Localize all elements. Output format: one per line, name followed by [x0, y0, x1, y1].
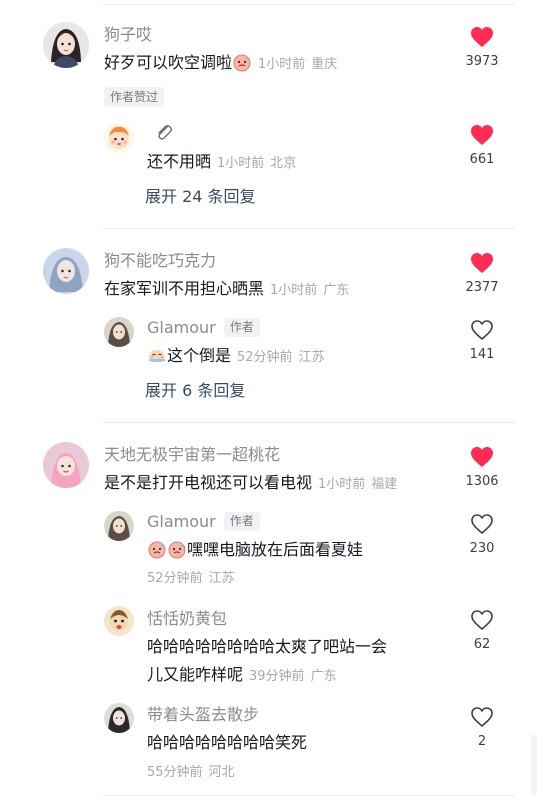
reply-time: 1小时前: [217, 156, 265, 171]
divider: [102, 422, 515, 423]
divider: [102, 795, 515, 796]
comment-username[interactable]: 天地无极宇宙第一超桃花: [104, 445, 280, 465]
like-button[interactable]: 230: [452, 513, 512, 557]
heart-outline-icon: [471, 707, 493, 727]
like-button[interactable]: 62: [452, 609, 512, 653]
avatar[interactable]: [104, 317, 134, 347]
comment-location: 广东: [323, 283, 350, 298]
like-count: 62: [473, 637, 491, 652]
reply-time: 39分钟前: [249, 669, 305, 684]
reply-username[interactable]: Glamour 作者: [147, 512, 260, 532]
avatar[interactable]: [104, 606, 134, 636]
scrollbar[interactable]: [531, 735, 537, 795]
comment-username[interactable]: 狗子哎: [104, 25, 152, 45]
reply-username[interactable]: 带着头盔去散步: [147, 705, 259, 725]
relieved-emoji-icon: [147, 345, 167, 365]
comment-location: 重庆: [311, 57, 338, 72]
expand-replies-button[interactable]: 展开 24 条回复: [145, 187, 256, 207]
like-count: 141: [469, 347, 495, 362]
sweat-face-emoji-icon: [232, 52, 252, 72]
comment-time: 1小时前: [270, 283, 318, 298]
reply-username[interactable]: 恬恬奶黄包: [147, 609, 227, 629]
like-count: 1306: [465, 474, 499, 489]
like-button[interactable]: 2377: [452, 252, 512, 296]
avatar[interactable]: [104, 511, 134, 541]
reply-body: 还不用晒: [147, 152, 212, 171]
reply-time: 55分钟前: [147, 765, 203, 780]
heart-outline-icon: [471, 610, 493, 630]
reply-location: 河北: [208, 765, 235, 780]
like-button[interactable]: 3973: [452, 26, 512, 70]
reply-text: 还不用晒 1小时前 北京: [147, 151, 296, 175]
like-button[interactable]: 661: [452, 124, 512, 168]
comment-body: 好歹可以吹空调啦: [104, 53, 233, 72]
reply-text: 嘿嘿电脑放在后面看夏娃: [147, 539, 363, 561]
heart-filled-icon: [471, 447, 493, 467]
author-liked-badge: 作者赞过: [104, 87, 165, 107]
comment-text: 好歹可以吹空调啦 1小时前 重庆: [104, 52, 337, 76]
sweat-face-emoji-icon: [147, 539, 167, 559]
comment-text: 是不是打开电视还可以看电视 1小时前 福建: [104, 472, 397, 496]
reply-text: 哈哈哈哈哈哈哈哈笑死: [147, 733, 308, 752]
like-count: 661: [469, 152, 495, 167]
avatar[interactable]: [43, 248, 89, 294]
reply-username[interactable]: Glamour 作者: [147, 318, 260, 338]
reply-username-text: Glamour: [147, 512, 216, 531]
reply-text-line1: 哈哈哈哈哈哈哈哈太爽了吧站一会: [147, 637, 388, 656]
like-count: 230: [469, 541, 495, 556]
comment-location: 福建: [371, 477, 398, 492]
comment-time: 1小时前: [318, 477, 366, 492]
author-tag: 作者: [223, 512, 260, 531]
reply-body: 这个倒是: [167, 346, 232, 365]
comment-time: 1小时前: [258, 57, 306, 72]
like-count: 2: [477, 734, 487, 749]
avatar[interactable]: [104, 703, 134, 733]
avatar[interactable]: [43, 22, 89, 68]
reply-body-line2: 儿又能咋样呢: [147, 665, 244, 684]
reply-body: 嘿嘿电脑放在后面看夏娃: [187, 540, 364, 559]
divider: [102, 4, 515, 5]
reply-location: 北京: [270, 156, 297, 171]
sweat-face-emoji-icon: [167, 539, 187, 559]
heart-outline-icon: [471, 514, 493, 534]
like-button[interactable]: 1306: [452, 446, 512, 490]
comment-body: 是不是打开电视还可以看电视: [104, 473, 313, 492]
reply-meta: 52分钟前 江苏: [147, 570, 235, 588]
like-button[interactable]: 2: [452, 706, 512, 750]
heart-filled-icon: [471, 125, 493, 145]
like-count: 2377: [465, 280, 499, 295]
comment-text: 在家军训不用担心晒黑 1小时前 广东: [104, 278, 349, 302]
like-count: 3973: [465, 54, 499, 69]
heart-outline-icon: [471, 320, 493, 340]
reply-location: 江苏: [208, 571, 235, 586]
comment-body: 在家军训不用担心晒黑: [104, 279, 265, 298]
reply-time: 52分钟前: [237, 350, 293, 365]
paperclip-icon: [153, 122, 175, 148]
reply-text-line2: 儿又能咋样呢 39分钟前 广东: [147, 664, 337, 688]
reply-time: 52分钟前: [147, 571, 203, 586]
expand-replies-button[interactable]: 展开 6 条回复: [145, 381, 245, 401]
divider: [102, 228, 515, 229]
reply-location: 广东: [310, 669, 337, 684]
comment-username[interactable]: 狗不能吃巧克力: [104, 251, 216, 271]
heart-filled-icon: [471, 27, 493, 47]
avatar[interactable]: [43, 442, 89, 488]
reply-meta: 55分钟前 河北: [147, 764, 235, 782]
reply-username-text: Glamour: [147, 318, 216, 337]
author-tag: 作者: [223, 318, 260, 337]
heart-filled-icon: [471, 253, 493, 273]
reply-text: 这个倒是 52分钟前 江苏: [147, 345, 325, 369]
reply-location: 江苏: [298, 350, 325, 365]
like-button[interactable]: 141: [452, 319, 512, 363]
avatar[interactable]: [104, 123, 134, 153]
